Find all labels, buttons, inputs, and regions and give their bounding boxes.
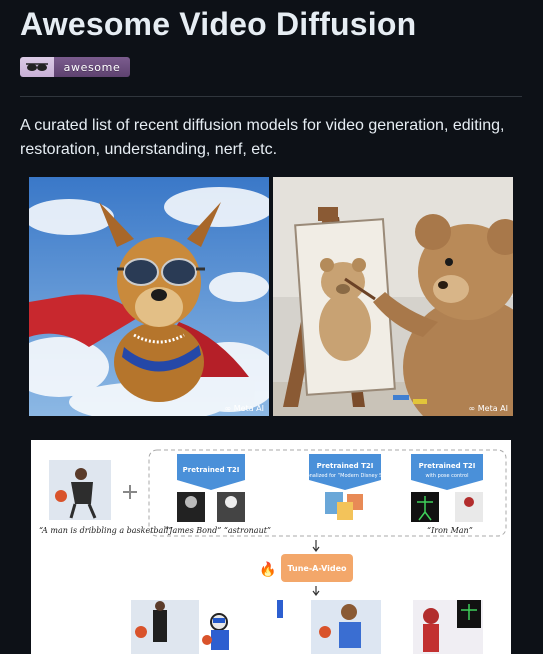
fire-icon: 🔥 [259, 561, 276, 578]
sunglasses-icon [20, 57, 54, 77]
diagram-pose-sub: with pose control [425, 473, 468, 479]
dog-superhero-image: ∞ Meta AI [29, 177, 269, 416]
diagram-personalized-sub: personalized for “Modern Disney Style” [296, 473, 395, 479]
diagram-pretrained-personal-label: Pretrained T2I [317, 462, 374, 470]
badge-label: awesome [54, 57, 130, 77]
diagram-caption-james: “James Bond” “astronaut” [165, 526, 271, 535]
header-divider [20, 96, 522, 97]
tune-a-video-diagram: “A man is dribbling a basketball” Pretra… [31, 440, 511, 654]
diagram-pretrained-label: Pretrained T2I [183, 466, 240, 474]
diagram-pretrained-pose-label: Pretrained T2I [419, 462, 476, 470]
diagram-caption-ironman: “Iron Man” [427, 526, 473, 535]
tune-a-video-label: Tune-A-Video [287, 564, 347, 573]
page-title: Awesome Video Diffusion [20, 6, 417, 42]
meta-ai-watermark: ∞ Meta AI [468, 404, 508, 413]
diagram-input-caption: “A man is dribbling a basketball” [39, 526, 173, 535]
meta-ai-watermark: ∞ Meta AI [224, 404, 264, 413]
teddy-bear-painting-image: ∞ Meta AI [273, 177, 513, 416]
awesome-badge[interactable]: awesome [20, 57, 130, 77]
description: A curated list of recent diffusion model… [20, 117, 505, 158]
